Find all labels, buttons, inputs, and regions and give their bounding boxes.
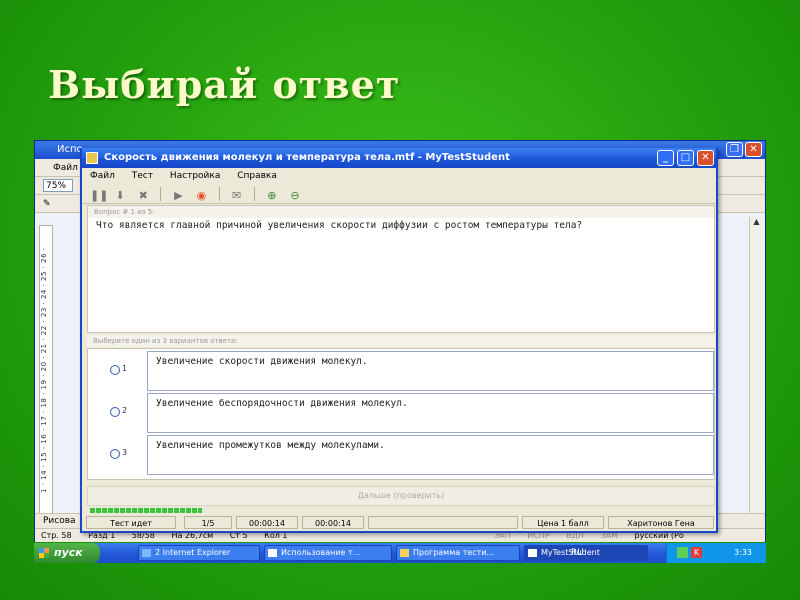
start-label: пуск [54,546,83,559]
minimize-icon[interactable]: _ [657,150,674,166]
menu-file[interactable]: Файл [90,171,115,181]
menu-bar: Файл Тест Настройка Справка [82,168,716,184]
status-time-total: 00:00:14 [302,516,364,529]
status-progress: 1/5 [184,516,232,529]
status-page: Стр. 58 [41,531,72,540]
answers-header: Выберите один из 3 вариантов ответа: [87,335,715,347]
question-panel: Вопрос # 1 из 5: Что является главной пр… [87,205,715,333]
task-label: 2 Internet Explorer [155,548,231,557]
taskbar: пуск 2 Internet Explorer Использование т… [34,543,766,563]
folder-icon [400,549,409,557]
window-title: Скорость движения молекул и температура … [104,152,510,163]
status-blank [368,516,518,529]
toolbar-separator [160,187,162,201]
answer-box[interactable]: Увеличение промежутков между молекулами. [147,435,714,475]
toolbar-separator [218,187,220,201]
task-mytest[interactable]: MyTestStudent [524,545,648,561]
play-icon[interactable]: ▶ [171,189,185,203]
ie-icon [142,549,151,557]
menu-test[interactable]: Тест [132,171,153,181]
radio-button-2[interactable] [110,407,120,417]
vertical-ruler: 1 · 14 · 15 · 16 · 17 · 18 · 19 · 20 · 2… [39,225,53,515]
answer-box[interactable]: Увеличение беспорядочности движения моле… [147,393,714,433]
app-icon [86,152,98,164]
answer-text: Увеличение беспорядочности движения моле… [156,398,408,409]
maximize-icon[interactable]: □ [677,150,694,166]
language-indicator[interactable]: RU [571,543,584,563]
mytest-title-bar: Скорость движения молекул и температура … [82,148,716,168]
answer-option-2[interactable]: 2 Увеличение беспорядочности движения мо… [88,391,714,434]
windows-logo-icon [39,548,49,558]
answer-number: 2 [122,406,128,415]
toolbar: ❚❚ ⬇ ✖ ▶ ◉ ✉ ⊕ ⊖ [82,184,716,204]
radio-button-1[interactable] [110,365,120,375]
mytest-icon [528,549,537,557]
close-icon[interactable]: ✕ [697,150,714,166]
progress-bar [90,508,202,513]
menu-settings[interactable]: Настройка [170,171,221,181]
status-time-elapsed: 00:00:14 [236,516,298,529]
status-user: Харитонов Гена [608,516,714,529]
antivirus-icon[interactable]: K [691,547,702,558]
answer-text: Увеличение промежутков между молекулами. [156,440,385,451]
clock: 3:33 [734,548,752,557]
download-icon[interactable]: ⬇ [113,189,127,203]
vertical-scrollbar[interactable]: ▲ [749,217,763,513]
restore-icon[interactable]: ❐ [726,142,743,157]
start-button[interactable]: пуск [34,543,100,563]
zoom-out-icon[interactable]: ⊖ [288,189,302,203]
close-icon[interactable]: ✕ [745,142,762,157]
word-icon [268,549,277,557]
cancel-icon[interactable]: ✖ [136,189,150,203]
task-internet-explorer[interactable]: 2 Internet Explorer [138,545,260,561]
question-text: Что является главной причиной увеличения… [96,220,583,231]
comment-icon[interactable]: ✉ [230,189,244,203]
task-label: Использование т... [281,548,361,557]
scroll-up-icon[interactable]: ▲ [750,217,763,231]
toolbar-separator [253,187,255,201]
answer-option-3[interactable]: 3 Увеличение промежутков между молекулам… [88,433,714,476]
word-menu-file[interactable]: Файл [53,163,78,173]
stop-icon[interactable]: ◉ [194,189,208,203]
zoom-in-icon[interactable]: ⊕ [265,189,279,203]
mytest-window: Скорость движения молекул и температура … [80,148,718,533]
slide-title: Выбирай ответ [48,62,401,107]
answer-number: 1 [122,364,128,373]
answer-box[interactable]: Увеличение скорости движения молекул. [147,351,714,391]
task-label: Программа тести... [413,548,495,557]
draw-label[interactable]: Рисова [43,516,76,526]
task-folder[interactable]: Программа тести... [396,545,520,561]
answer-number: 3 [122,448,128,457]
question-header: Вопрос # 1 из 5: [88,206,714,218]
status-bar: Тест идет 1/5 00:00:14 00:00:14 Цена 1 б… [84,516,716,530]
answers-panel: 1 Увеличение скорости движения молекул. … [87,348,715,480]
zoom-combo[interactable]: 75% [43,179,73,192]
next-button[interactable]: Дальше (проверить) [87,486,715,506]
menu-help[interactable]: Справка [237,171,277,181]
status-score: Цена 1 балл [522,516,604,529]
radio-button-3[interactable] [110,449,120,459]
answer-text: Увеличение скорости движения молекул. [156,356,368,367]
edit-icon[interactable]: ✎ [43,199,51,209]
pause-icon[interactable]: ❚❚ [90,189,108,203]
answer-option-1[interactable]: 1 Увеличение скорости движения молекул. [88,349,714,392]
status-state: Тест идет [86,516,176,529]
task-word-doc[interactable]: Использование т... [264,545,392,561]
tray-icon[interactable] [677,547,688,558]
system-tray: RU K 3:33 [571,543,766,563]
